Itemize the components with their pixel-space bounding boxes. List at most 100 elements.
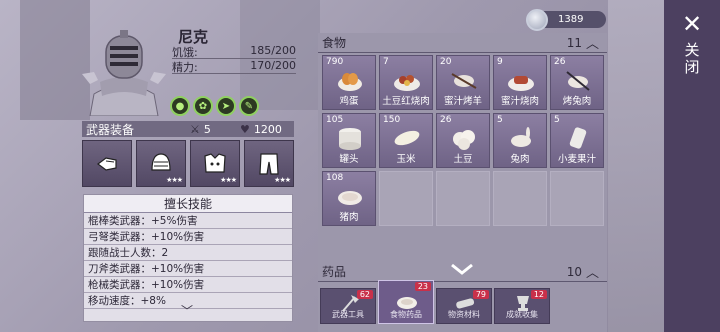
item-name: 烤兔肉 <box>562 96 592 107</box>
character-avatar <box>82 30 166 116</box>
sword-icon: ⚔ <box>190 122 200 136</box>
background-strip <box>608 0 664 332</box>
scroll-down-icon[interactable] <box>448 262 476 276</box>
medicine-section-title: 药品 <box>322 265 347 279</box>
item-name: 猪肉 <box>339 212 359 223</box>
item-name: 玉米 <box>396 154 416 165</box>
heart-icon: ♥ <box>240 122 250 136</box>
skills-panel[interactable]: 擅长技能 棍棒类武器：+5%伤害 弓弩类武器：+10%伤害 跟随战士人数：2 刀… <box>83 194 293 322</box>
slot-stars: ★★★ <box>274 176 291 184</box>
armor-vest-icon <box>204 152 226 173</box>
medicine-count-value: 10 <box>566 264 582 279</box>
inventory-item[interactable]: 108 猪肉 <box>322 171 376 226</box>
close-x-icon: ✕ <box>681 10 703 38</box>
close-label: 关闭 <box>682 42 701 76</box>
tab-badge: 12 <box>530 290 547 299</box>
empty-slot <box>379 171 433 226</box>
tab-badge: 79 <box>472 290 489 299</box>
egg-icon <box>338 73 362 91</box>
skill-row: 刀斧类武器：+10%伤害 <box>84 261 292 277</box>
tab-label: 物资材料 <box>448 310 480 319</box>
skill-row: 枪械类武器：+10%伤害 <box>84 277 292 293</box>
roast-rabbit-icon <box>566 71 590 91</box>
item-name: 小麦果汁 <box>557 154 596 165</box>
weapon-slots: ★★★ ★★★ ★★★ <box>82 140 294 187</box>
item-name: 罐头 <box>339 154 359 165</box>
item-qty: 5 <box>497 115 503 125</box>
item-name: 蜜汁烧肉 <box>500 96 539 107</box>
weapons-header: 武器装备 ⚔ 5 ♥ 1200 <box>82 121 294 137</box>
skill-row: 弓弩类武器：+10%伤害 <box>84 229 292 245</box>
attack-value: 5 <box>203 122 211 136</box>
helmet-icon <box>151 152 171 171</box>
item-qty: 9 <box>497 57 503 67</box>
coin-icon <box>526 8 548 31</box>
brain-buff-icon[interactable]: ✿ <box>193 96 213 116</box>
inventory-item[interactable]: 26 土豆 <box>436 113 490 168</box>
item-name: 土豆红烧肉 <box>382 96 430 107</box>
stat-value: 185/200 <box>250 44 296 57</box>
item-name: 蜜汁烤羊 <box>443 96 482 107</box>
pants-icon <box>259 152 279 175</box>
slot-stars: ★★★ <box>166 176 183 184</box>
fist-icon <box>97 156 117 171</box>
tab-achievements[interactable]: 12 成就收集 <box>494 288 550 324</box>
buff-list: ● ✿ ➤ ✎ <box>170 96 259 116</box>
stat-label: 精力: <box>172 61 198 74</box>
inventory-item[interactable]: 5 小麦果汁 <box>550 113 604 168</box>
tab-food-medicine[interactable]: 23 食物药品 <box>378 280 434 324</box>
inventory-item[interactable]: 105 罐头 <box>322 113 376 168</box>
inventory-item[interactable]: 7 土豆红烧肉 <box>379 55 433 110</box>
potato-icon <box>453 130 475 150</box>
running-buff-icon[interactable]: ➤ <box>216 96 236 116</box>
chevron-up-icon[interactable]: ︿ <box>586 262 599 281</box>
tab-weapons-tools[interactable]: 62 武器工具 <box>320 288 376 324</box>
health-stat: ♥ 1200 <box>240 123 282 136</box>
tab-label: 成就收集 <box>506 310 538 319</box>
inventory-item[interactable]: 790 鸡蛋 <box>322 55 376 110</box>
corn-icon <box>394 130 420 146</box>
attack-stat: ⚔ 5 <box>190 123 211 136</box>
tab-label: 武器工具 <box>332 310 364 319</box>
syringe-buff-icon[interactable]: ✎ <box>239 96 259 116</box>
inventory-item[interactable]: 9 蜜汁烧肉 <box>493 55 547 110</box>
roast-lamb-icon <box>451 73 477 89</box>
tab-materials[interactable]: 79 物资材料 <box>436 288 492 324</box>
skill-row: 跟随战士人数：2 <box>84 245 292 261</box>
weapon-slot-fist[interactable] <box>82 140 132 187</box>
tab-badge: 62 <box>356 290 373 299</box>
weapon-slot-armor[interactable]: ★★★ <box>190 140 240 187</box>
item-name: 鸡蛋 <box>339 96 359 107</box>
food-grid: 790 鸡蛋 7 土豆红烧肉 20 蜜汁烤羊 9 蜜汁烧肉 26 烤兔肉 105 <box>322 55 604 226</box>
category-tabs: 62 武器工具 23 食物药品 79 物资材料 12 成就收集 <box>318 280 607 332</box>
chevron-down-icon[interactable]: ﹀ <box>181 302 193 319</box>
juice-can-icon <box>569 127 587 149</box>
currency-display: 1389 <box>526 8 606 31</box>
empty-slot <box>436 171 490 226</box>
food-count-value: 11 <box>566 35 582 50</box>
pork-icon <box>338 191 362 205</box>
currency-value: 1389 <box>558 14 584 25</box>
stat-value: 170/200 <box>250 59 296 72</box>
inventory-item[interactable]: 26 烤兔肉 <box>550 55 604 110</box>
slot-stars: ★★★ <box>220 176 237 184</box>
roast-meat-icon <box>508 76 534 91</box>
rabbit-icon <box>511 127 531 147</box>
food-section-header[interactable]: 食物 11 ︿ <box>318 33 607 53</box>
empty-slot <box>493 171 547 226</box>
chevron-up-icon[interactable]: ︿ <box>586 33 599 52</box>
stat-label: 饥饿: <box>172 46 198 59</box>
item-name: 土豆 <box>453 154 473 165</box>
stomach-buff-icon[interactable]: ● <box>170 96 190 116</box>
weapons-title: 武器装备 <box>86 122 135 137</box>
weapon-slot-pants[interactable]: ★★★ <box>244 140 294 187</box>
health-value: 1200 <box>253 122 282 136</box>
weapon-slot-helmet[interactable]: ★★★ <box>136 140 186 187</box>
tab-badge: 23 <box>414 282 431 291</box>
food-section-title: 食物 <box>322 36 347 50</box>
inventory-item[interactable]: 5 兔肉 <box>493 113 547 168</box>
food-count: 11 ︿ <box>566 33 599 53</box>
close-button[interactable]: ✕ 关闭 <box>664 0 720 332</box>
inventory-item[interactable]: 20 蜜汁烤羊 <box>436 55 490 110</box>
inventory-item[interactable]: 150 玉米 <box>379 113 433 168</box>
